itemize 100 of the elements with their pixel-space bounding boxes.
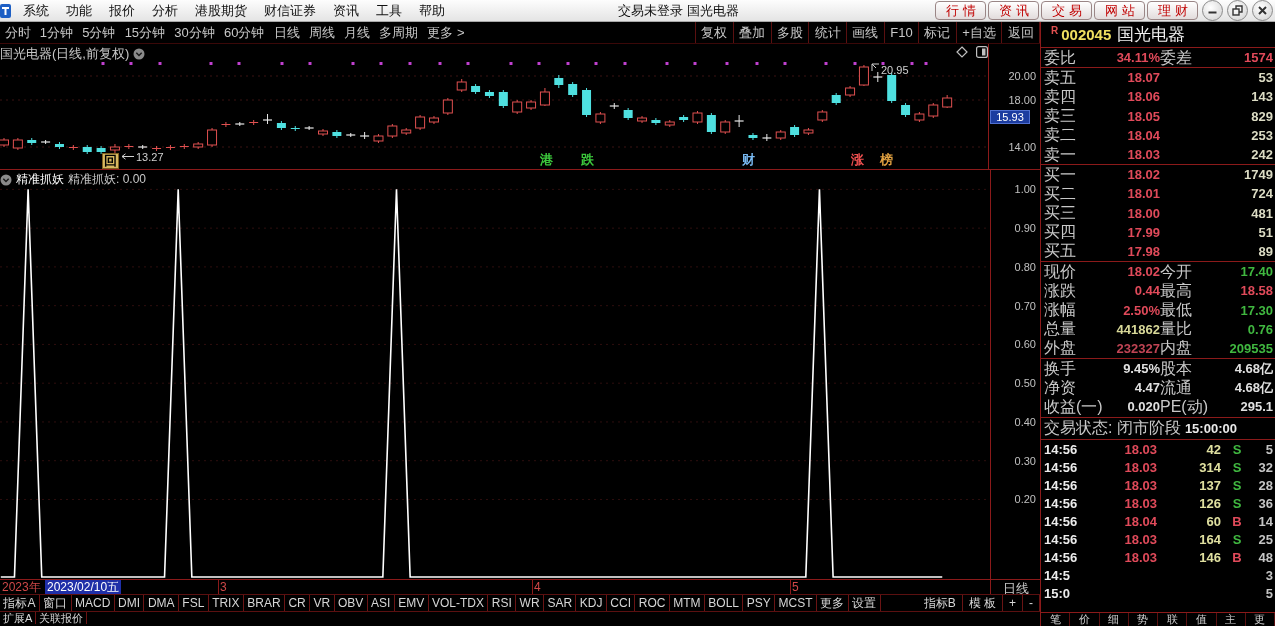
- tick-time: 15:0: [1044, 586, 1072, 602]
- period-tab[interactable]: 日线: [269, 22, 305, 43]
- indicator-name: 精准抓妖: [16, 171, 64, 188]
- order-volume: 829: [1250, 108, 1273, 124]
- event-marker[interactable]: 涨: [850, 153, 865, 167]
- order-volume: 89: [1257, 243, 1273, 259]
- low-price-note: 13.27: [136, 151, 164, 163]
- quick-link-button[interactable]: 资讯: [988, 1, 1039, 20]
- indicator-tab[interactable]: 指标A: [0, 595, 40, 611]
- quote-value: 18.58: [1239, 283, 1273, 299]
- chart-title: 国光电器(日线,前复权): [0, 45, 130, 63]
- period-tab[interactable]: 30分钟: [169, 22, 220, 43]
- tick-side: S: [1231, 532, 1243, 548]
- event-marker[interactable]: 榜: [879, 153, 894, 167]
- period-tab[interactable]: 周线: [304, 22, 340, 43]
- event-marker[interactable]: 港: [539, 153, 554, 167]
- dropdown-icon[interactable]: [133, 48, 146, 60]
- axis-month: 5: [792, 580, 799, 594]
- period-tab[interactable]: 5分钟: [77, 22, 121, 43]
- window-title: 交易未登录 国光电器: [618, 1, 739, 20]
- quote-label: 净资: [1044, 378, 1077, 397]
- app-logo-icon: [0, 2, 11, 19]
- menu-item[interactable]: 分析: [143, 0, 186, 21]
- period-tab[interactable]: 月线: [339, 22, 375, 43]
- order-level-label: 卖四: [1044, 87, 1077, 106]
- indicator-tab[interactable]: VR: [310, 595, 335, 611]
- axis-label: 0.70: [1014, 299, 1036, 312]
- quote-value: 232327: [1115, 340, 1160, 356]
- tick-price: 18.03: [1123, 496, 1157, 512]
- quick-link-button[interactable]: 交易: [1041, 1, 1092, 20]
- tick-time: 14:56: [1044, 514, 1079, 530]
- menu-item[interactable]: 财信证券: [255, 0, 324, 21]
- tick-side: S: [1231, 442, 1243, 458]
- leader-arrow: [121, 153, 135, 160]
- trade-status: 交易状态: 闭市阶段: [1044, 419, 1181, 438]
- event-marker[interactable]: 回: [102, 153, 119, 169]
- period-tab[interactable]: 15分钟: [120, 22, 170, 43]
- axis-label: 0.50: [1014, 377, 1036, 390]
- order-level-label: 卖三: [1044, 107, 1077, 126]
- quote-value: 0.020: [1126, 399, 1160, 415]
- tick-price: 18.03: [1123, 478, 1157, 494]
- quote-label: 内盘: [1160, 339, 1193, 358]
- period-tab[interactable]: 60分钟: [219, 22, 269, 43]
- menu-item[interactable]: 功能: [57, 0, 100, 21]
- close-button[interactable]: [1252, 0, 1273, 21]
- dropdown-icon[interactable]: [0, 173, 12, 186]
- quote-label: 量比: [1160, 320, 1193, 339]
- axis-label: 18.00: [1008, 94, 1036, 106]
- order-volume: 724: [1250, 186, 1273, 202]
- order-price: 18.07: [1126, 70, 1160, 86]
- tick-count: 5: [1264, 442, 1273, 458]
- quote-label: 涨幅: [1044, 301, 1077, 320]
- leader-arrow: [871, 63, 880, 72]
- menu-item[interactable]: 工具: [367, 0, 410, 21]
- period-tab[interactable]: 更多 >: [422, 22, 470, 43]
- tick-count: 5: [1264, 586, 1273, 602]
- extension-tab[interactable]: 关联报价: [36, 612, 88, 624]
- order-price: 18.02: [1126, 167, 1160, 183]
- order-price: 18.05: [1126, 108, 1160, 124]
- diamond-icon[interactable]: [956, 46, 968, 58]
- tick-price: 18.03: [1123, 442, 1157, 458]
- axis-label: 0.90: [1014, 222, 1036, 235]
- restore-icon: [1232, 5, 1243, 16]
- quick-link-button[interactable]: 网站: [1094, 1, 1145, 20]
- tick-volume: 146: [1198, 550, 1221, 566]
- tick-side: B: [1231, 514, 1243, 530]
- indicator-tab[interactable]: WR: [516, 595, 544, 611]
- tick-count: 28: [1257, 478, 1273, 494]
- menu-item[interactable]: 资讯: [324, 0, 367, 21]
- order-level-label: 买四: [1044, 223, 1077, 242]
- quote-value: 9.45%: [1122, 361, 1160, 377]
- quick-link-button[interactable]: 行情: [935, 1, 986, 20]
- menu-item[interactable]: 系统: [14, 0, 57, 21]
- period-tab[interactable]: 分时: [0, 22, 36, 43]
- order-price: 18.06: [1126, 89, 1160, 105]
- quick-link-button[interactable]: 理财: [1147, 1, 1198, 20]
- status-time: 15:00:00: [1184, 420, 1237, 436]
- tick-count: 3: [1264, 568, 1273, 584]
- event-marker[interactable]: 跌: [580, 153, 595, 167]
- menu-item[interactable]: 报价: [100, 0, 143, 21]
- panel-toggle-icon[interactable]: [976, 46, 988, 58]
- quote-label: 流通: [1160, 378, 1193, 397]
- period-tab[interactable]: 1分钟: [35, 22, 78, 43]
- restore-button[interactable]: [1227, 0, 1248, 21]
- tick-volume: 126: [1198, 496, 1221, 512]
- order-level-label: 买一: [1044, 165, 1077, 184]
- menu-item[interactable]: 港股期货: [186, 0, 255, 21]
- stock-name: 国光电器: [1117, 24, 1186, 46]
- tick-side: B: [1231, 550, 1243, 566]
- period-tab[interactable]: 多周期: [374, 22, 423, 43]
- extension-tab[interactable]: 扩展A: [0, 612, 37, 624]
- menu-item[interactable]: 帮助: [410, 0, 453, 21]
- quote-value: 17.40: [1239, 264, 1273, 280]
- tick-time: 14:56: [1044, 478, 1079, 494]
- quote-label: 委差: [1160, 48, 1193, 67]
- tick-time: 14:56: [1044, 442, 1079, 458]
- axis-label: 0.80: [1014, 260, 1036, 273]
- tick-side: S: [1231, 496, 1243, 512]
- event-marker[interactable]: 财: [741, 153, 756, 167]
- quote-value: 295.1: [1239, 399, 1273, 415]
